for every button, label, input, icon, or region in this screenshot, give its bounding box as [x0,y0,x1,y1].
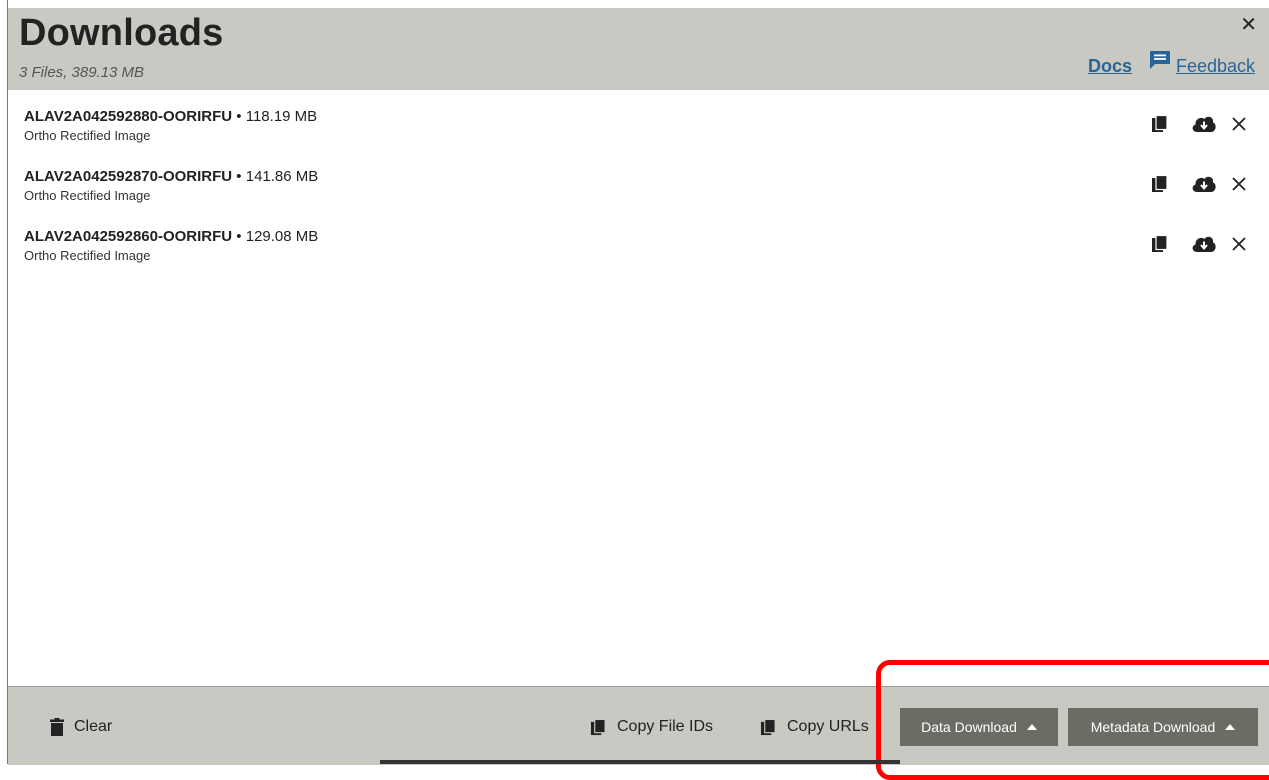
trash-icon [50,718,64,736]
data-download-button[interactable]: Data Download [900,708,1058,746]
copy-icon [760,718,776,735]
clear-button[interactable]: Clear [50,718,112,736]
file-id: ALAV2A042592880-OORIRFU [24,108,233,125]
feedback-icon [1150,51,1170,69]
page-title: Downloads [19,12,224,54]
cloud-download-icon[interactable] [1191,234,1217,254]
file-type: Ortho Rectified Image [24,248,151,263]
copy-file-ids-label: Copy File IDs [617,718,714,735]
file-type: Ortho Rectified Image [24,128,151,143]
close-panel-button[interactable]: ✕ [1240,12,1257,37]
clear-label: Clear [74,718,113,735]
download-list: ALAV2A042592880-OORIRFU • 118.19 MB Orth… [8,90,1269,270]
taskbar-edge [380,760,900,764]
data-download-label: Data Download [921,719,1017,735]
metadata-download-label: Metadata Download [1090,719,1216,735]
copy-file-ids-button[interactable]: Copy File IDs [590,718,713,736]
left-border [0,0,8,764]
file-type: Ortho Rectified Image [24,188,151,203]
file-name-line: ALAV2A042592870-OORIRFU • 141.86 MB [24,168,319,185]
list-item: ALAV2A042592860-OORIRFU • 129.08 MB Orth… [8,210,1269,270]
list-item: ALAV2A042592870-OORIRFU • 141.86 MB Orth… [8,150,1269,210]
file-size: 118.19 MB [245,108,318,125]
file-size: 141.86 MB [245,168,319,185]
copy-icon[interactable] [1151,235,1169,253]
copy-icon[interactable] [1151,115,1169,133]
caret-up-icon [1026,724,1037,730]
copy-icon[interactable] [1151,175,1169,193]
copy-icon [590,718,606,735]
remove-icon[interactable] [1231,176,1247,192]
file-actions [1151,114,1247,134]
list-item: ALAV2A042592880-OORIRFU • 118.19 MB Orth… [8,90,1269,150]
caret-up-icon [1225,724,1236,730]
cloud-download-icon[interactable] [1191,114,1217,134]
file-name-line: ALAV2A042592880-OORIRFU • 118.19 MB [24,108,318,125]
file-name-line: ALAV2A042592860-OORIRFU • 129.08 MB [24,228,319,245]
copy-urls-label: Copy URLs [787,718,869,735]
file-id: ALAV2A042592870-OORIRFU [24,168,233,185]
docs-link[interactable]: Docs [1088,56,1132,77]
file-actions [1151,234,1247,254]
file-actions [1151,174,1247,194]
file-id: ALAV2A042592860-OORIRFU [24,228,233,245]
files-summary: 3 Files, 389.13 MB [19,64,145,81]
cloud-download-icon[interactable] [1191,174,1217,194]
remove-icon[interactable] [1231,116,1247,132]
feedback-label: Feedback [1176,56,1256,76]
metadata-download-button[interactable]: Metadata Download [1068,708,1258,746]
downloads-footer: Clear Copy File IDs Copy URLs Data Downl… [8,686,1269,765]
copy-urls-button[interactable]: Copy URLs [760,718,869,736]
remove-icon[interactable] [1231,236,1247,252]
file-size: 129.08 MB [245,228,319,245]
downloads-header: Downloads 3 Files, 389.13 MB ✕ Docs Feed… [8,8,1269,90]
feedback-link[interactable]: Feedback [1149,50,1255,77]
